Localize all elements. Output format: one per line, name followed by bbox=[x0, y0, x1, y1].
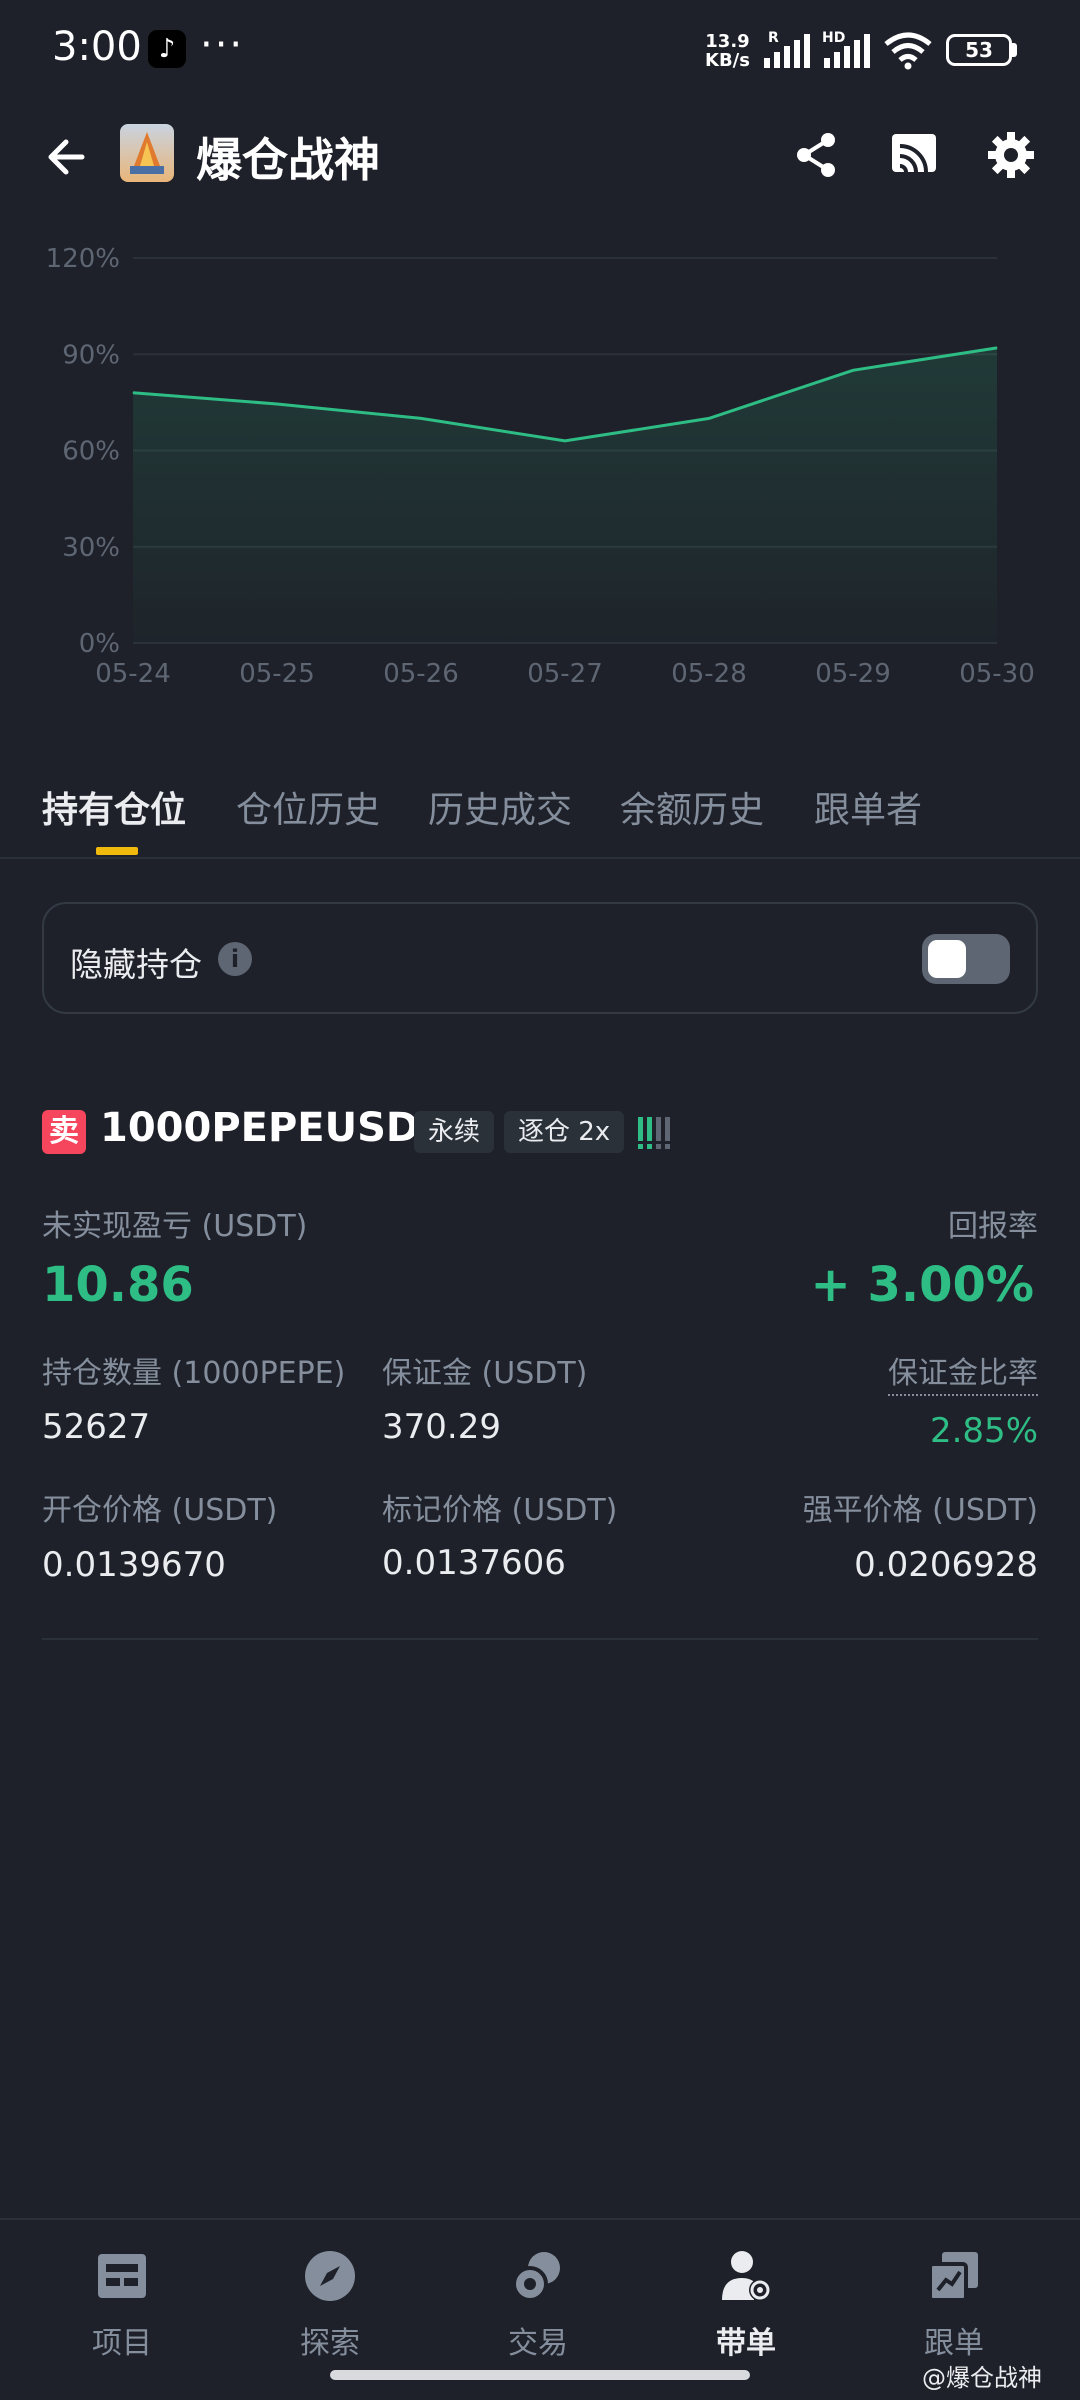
project-icon bbox=[98, 2254, 146, 2298]
data-point bbox=[132, 392, 134, 394]
data-point bbox=[708, 417, 710, 419]
roe-label: 回报率 bbox=[948, 1209, 1038, 1244]
gear-icon[interactable] bbox=[984, 128, 1038, 182]
size-value: 52627 bbox=[42, 1407, 151, 1447]
margin-ratio-value: 2.85% bbox=[929, 1411, 1038, 1451]
liq-price-label: 强平价格 (USDT) bbox=[802, 1493, 1038, 1528]
tab-open-positions[interactable]: 持有仓位 bbox=[42, 781, 186, 833]
nav-lead-trading[interactable]: 带单 bbox=[676, 2248, 816, 2362]
more-notifications-icon: ··· bbox=[200, 22, 245, 68]
signal-icon bbox=[764, 34, 810, 68]
x-tick-label: 05-30 bbox=[959, 659, 1035, 689]
share-icon[interactable] bbox=[790, 128, 844, 182]
nav-trade[interactable]: 交易 bbox=[468, 2248, 608, 2362]
y-tick-label: 30% bbox=[62, 533, 120, 563]
size-label: 持仓数量 (1000PEPE) bbox=[42, 1356, 346, 1391]
x-tick-label: 05-27 bbox=[527, 659, 603, 689]
nav-copy-trading[interactable]: 跟单 bbox=[884, 2248, 1024, 2362]
active-tab-indicator bbox=[96, 847, 138, 855]
nav-project[interactable]: 项目 bbox=[52, 2248, 192, 2362]
nav-label-project: 项目 bbox=[92, 2326, 152, 2361]
liq-price-value: 0.0206928 bbox=[854, 1545, 1038, 1585]
sell-badge: 卖 bbox=[42, 1110, 86, 1154]
x-tick-label: 05-29 bbox=[815, 659, 891, 689]
battery-tip bbox=[1012, 43, 1017, 57]
y-tick-label: 120% bbox=[46, 244, 120, 274]
entry-price-label: 开仓价格 (USDT) bbox=[42, 1493, 278, 1528]
compass-icon bbox=[305, 2251, 355, 2301]
nav-label-explore: 探索 bbox=[300, 2326, 360, 2361]
trade-icon bbox=[512, 2252, 560, 2302]
network-speed-value: 13.9 bbox=[705, 31, 750, 52]
adl-indicator-icon bbox=[638, 1117, 670, 1149]
margin-ratio-label[interactable]: 保证金比率 bbox=[888, 1348, 1038, 1396]
x-tick-label: 05-24 bbox=[95, 659, 171, 689]
network-speed: 13.9 KB/s bbox=[705, 32, 750, 70]
hide-positions-toggle[interactable] bbox=[922, 934, 1010, 984]
y-tick-label: 0% bbox=[79, 629, 120, 659]
margin-mode-tag: 逐仓 2x bbox=[504, 1111, 625, 1153]
data-point bbox=[852, 369, 854, 371]
roe-value: + 3.00% bbox=[810, 1257, 1034, 1313]
wifi-icon bbox=[884, 32, 932, 70]
mark-price-value: 0.0137606 bbox=[382, 1543, 566, 1583]
watermark: @爆仓战神 bbox=[922, 2364, 1042, 2392]
data-point bbox=[276, 403, 278, 405]
tab-copiers[interactable]: 跟单者 bbox=[814, 781, 922, 833]
position-card[interactable]: 卖 1000PEPEUSDT 永续 逐仓 2x 未实现盈亏 (USDT) 回报率… bbox=[42, 1105, 1038, 1640]
nav-label-trade: 交易 bbox=[508, 2326, 568, 2361]
x-tick-label: 05-25 bbox=[239, 659, 315, 689]
nav-label-lead-trading: 带单 bbox=[716, 2326, 776, 2361]
back-arrow-icon[interactable] bbox=[42, 132, 92, 182]
y-tick-label: 60% bbox=[62, 437, 120, 467]
contract-type-tag: 永续 bbox=[414, 1111, 495, 1153]
data-point bbox=[996, 347, 998, 349]
page-title: 爆仓战神 bbox=[196, 133, 380, 187]
nav-label-copy-trading: 跟单 bbox=[924, 2326, 984, 2361]
status-time: 3:00 bbox=[52, 24, 142, 70]
margin-label: 保证金 (USDT) bbox=[382, 1356, 588, 1391]
tab-bar: 持有仓位 仓位历史 历史成交 余额历史 跟单者 bbox=[0, 775, 1080, 859]
y-tick-label: 90% bbox=[62, 340, 120, 370]
position-symbol: 1000PEPEUSDT bbox=[100, 1105, 447, 1151]
unrealized-pnl-label: 未实现盈亏 (USDT) bbox=[42, 1209, 308, 1244]
lead-trader-icon bbox=[722, 2251, 771, 2301]
tiktok-icon: ♪ bbox=[148, 30, 186, 68]
signal-icon-2 bbox=[824, 34, 870, 68]
tab-position-history[interactable]: 仓位历史 bbox=[236, 781, 380, 833]
tab-trade-history[interactable]: 历史成交 bbox=[428, 781, 572, 833]
status-bar: 3:00 ♪ ··· 13.9 KB/s R HD 53 bbox=[0, 0, 1080, 100]
series-area bbox=[133, 347, 997, 643]
battery-icon: 53 bbox=[946, 34, 1012, 66]
unrealized-pnl-value: 10.86 bbox=[42, 1257, 194, 1313]
home-indicator[interactable] bbox=[330, 2370, 750, 2380]
x-tick-label: 05-28 bbox=[671, 659, 747, 689]
entry-price-value: 0.0139670 bbox=[42, 1545, 226, 1585]
copy-trade-icon bbox=[928, 2252, 978, 2302]
hide-positions-label: 隐藏持仓 bbox=[70, 945, 202, 984]
info-icon[interactable]: i bbox=[218, 942, 252, 976]
cast-icon[interactable] bbox=[888, 128, 942, 182]
hide-positions-row: 隐藏持仓 i bbox=[42, 902, 1038, 1014]
avatar-image bbox=[130, 132, 164, 174]
performance-chart: 120% 90% 60% 30% 0%05-24 05-25 05-26 05-27 05-28… bbox=[46, 244, 1035, 689]
data-point bbox=[564, 440, 566, 442]
toggle-knob bbox=[928, 940, 966, 978]
x-tick-label: 05-26 bbox=[383, 659, 459, 689]
margin-value: 370.29 bbox=[382, 1407, 501, 1447]
mark-price-label: 标记价格 (USDT) bbox=[382, 1493, 618, 1528]
nav-explore[interactable]: 探索 bbox=[260, 2248, 400, 2362]
network-speed-unit: KB/s bbox=[705, 50, 750, 71]
data-point bbox=[420, 417, 422, 419]
header: 爆仓战神 bbox=[0, 110, 1080, 200]
tab-balance-history[interactable]: 余额历史 bbox=[620, 781, 764, 833]
avatar[interactable] bbox=[120, 124, 174, 182]
